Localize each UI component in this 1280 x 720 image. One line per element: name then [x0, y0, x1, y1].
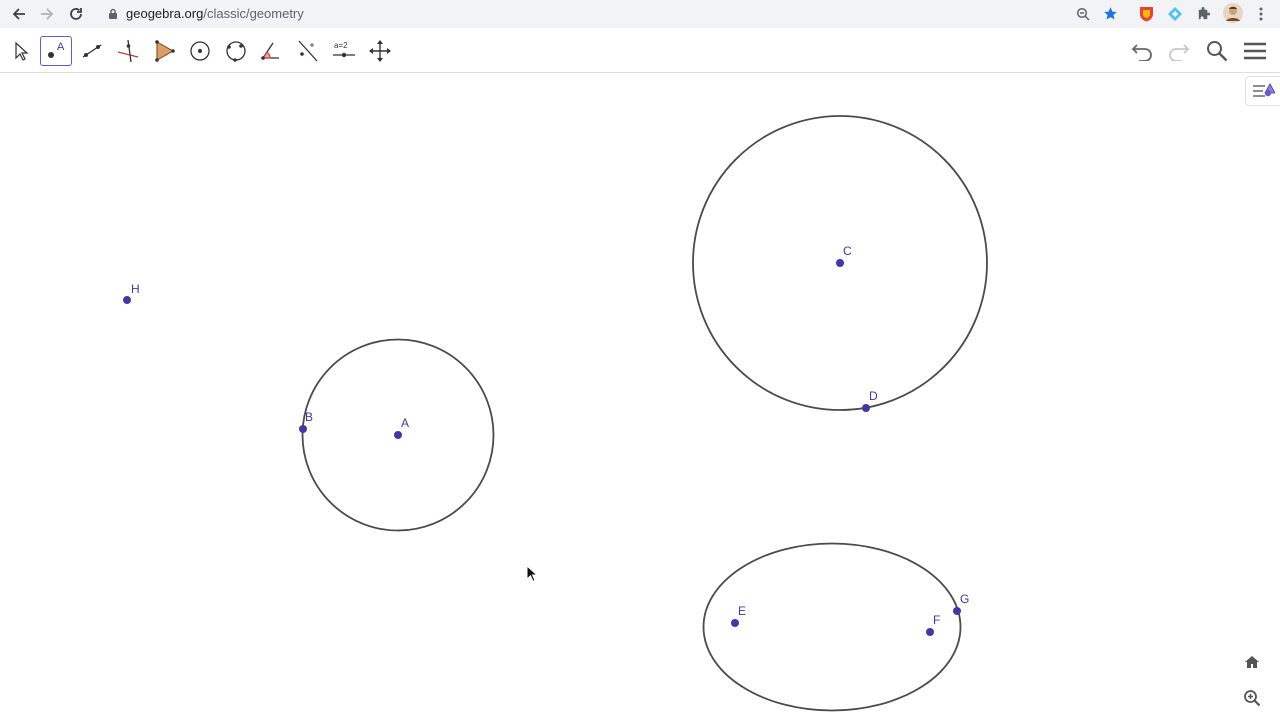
point-h[interactable]: H [123, 282, 140, 304]
point-e-dot[interactable] [731, 619, 739, 627]
point-h-dot[interactable] [123, 296, 131, 304]
point-g-label: G [960, 592, 969, 606]
segment-icon [82, 44, 102, 58]
search-button[interactable] [1202, 36, 1232, 66]
style-bar-toggle[interactable] [1245, 76, 1280, 106]
point-e-label: E [738, 604, 746, 618]
redo-icon [1169, 44, 1190, 61]
move-view-icon [369, 40, 391, 62]
point-c[interactable]: C [836, 244, 852, 267]
url-domain: geogebra.org [126, 6, 204, 21]
polygon-icon [155, 40, 175, 62]
standard-view-button[interactable] [1240, 650, 1264, 674]
point-icon: A [48, 41, 65, 58]
extension-diamond-icon[interactable] [1167, 6, 1183, 22]
reflect-icon [298, 40, 318, 62]
point-b[interactable]: B [299, 410, 313, 433]
point-a[interactable]: A [394, 416, 409, 439]
point-b-label: B [305, 410, 313, 424]
main-menu-button[interactable] [1240, 36, 1270, 66]
arrow-pointer-icon [15, 41, 29, 61]
circle-center-icon [190, 41, 210, 61]
kebab-menu-icon[interactable] [1258, 7, 1264, 21]
graphics-view[interactable]: H B A C D E F G [0, 73, 1280, 720]
point-e[interactable]: E [731, 604, 746, 627]
mouse-cursor-icon [526, 565, 538, 582]
reflect-tool[interactable] [292, 36, 324, 66]
undo-icon [1131, 44, 1152, 61]
circle-center-point-tool[interactable] [184, 36, 216, 66]
slider-icon: a=2 [333, 41, 355, 58]
move-tool[interactable] [4, 36, 36, 66]
angle-icon [261, 42, 279, 60]
point-f-dot[interactable] [926, 628, 934, 636]
reload-icon [70, 8, 82, 20]
geogebra-toolbar: A a=2 [0, 28, 1280, 73]
style-bar-icon [1253, 83, 1275, 97]
lock-icon [109, 8, 117, 19]
point-d[interactable]: D [862, 389, 878, 412]
point-a-label: A [401, 416, 409, 430]
point-tool[interactable]: A [40, 36, 72, 66]
slider-tool-label: a=2 [334, 41, 348, 50]
point-a-dot[interactable] [394, 431, 402, 439]
point-d-dot[interactable] [862, 404, 870, 412]
point-h-label: H [131, 282, 140, 296]
move-view-tool[interactable] [364, 36, 396, 66]
address-bar[interactable]: geogebra.org/classic/geometry [98, 2, 1127, 25]
back-arrow-icon [12, 8, 25, 20]
back-button[interactable] [9, 4, 29, 24]
search-icon [1207, 41, 1228, 62]
point-f-label: F [933, 613, 940, 627]
profile-avatar-icon[interactable] [1223, 3, 1243, 23]
segment-tool[interactable] [76, 36, 108, 66]
redo-button[interactable] [1164, 36, 1194, 66]
zoom-in-icon [1244, 690, 1261, 707]
circle-three-points-icon [226, 41, 246, 62]
angle-tool[interactable] [256, 36, 288, 66]
point-c-dot[interactable] [836, 259, 844, 267]
home-icon [1245, 656, 1259, 668]
perpendicular-icon [117, 39, 139, 63]
extension-shield-icon[interactable] [1139, 6, 1154, 22]
undo-button[interactable] [1127, 36, 1157, 66]
perpendicular-line-tool[interactable] [112, 36, 144, 66]
reload-button[interactable] [66, 4, 86, 24]
forward-arrow-icon [41, 8, 54, 20]
extensions-puzzle-icon[interactable] [1196, 6, 1211, 21]
url-path: /classic/geometry [203, 6, 304, 21]
forward-button[interactable] [37, 4, 57, 24]
menu-icon [1244, 42, 1266, 60]
slider-tool[interactable]: a=2 [328, 36, 360, 66]
point-f[interactable]: F [926, 613, 940, 636]
zoom-button[interactable] [1240, 686, 1264, 710]
point-d-label: D [869, 389, 878, 403]
zoom-icon[interactable] [1076, 7, 1090, 21]
bookmark-star-icon[interactable] [1103, 6, 1118, 21]
polygon-tool[interactable] [148, 36, 180, 66]
browser-toolbar: geogebra.org/classic/geometry [0, 0, 1280, 28]
point-tool-label: A [57, 41, 65, 53]
url-text: geogebra.org/classic/geometry [126, 6, 304, 21]
point-b-dot[interactable] [299, 425, 307, 433]
circle-three-points-tool[interactable] [220, 36, 252, 66]
point-c-label: C [843, 244, 852, 258]
point-g-dot[interactable] [953, 607, 961, 615]
ellipse-efg[interactable] [702, 542, 962, 712]
